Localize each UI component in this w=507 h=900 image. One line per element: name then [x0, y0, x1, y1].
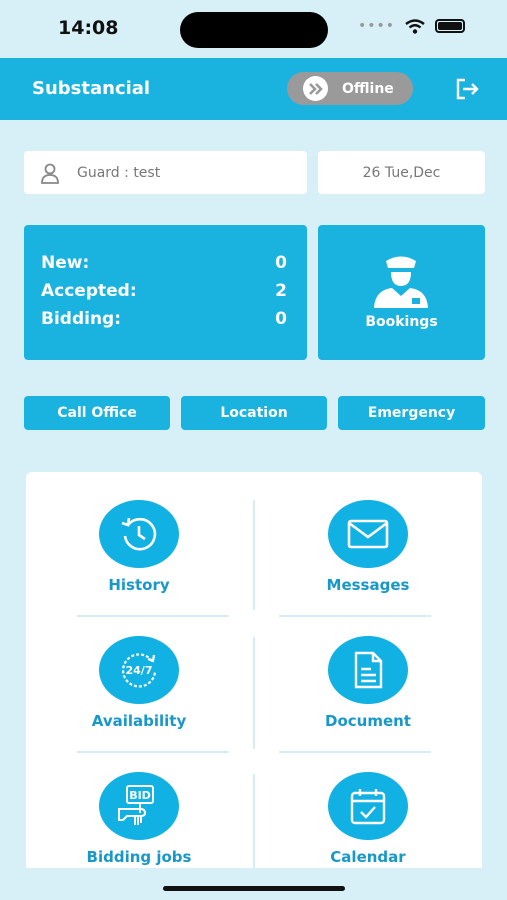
- menu-item-history[interactable]: History: [26, 472, 236, 602]
- menu-label: Calendar: [330, 848, 406, 866]
- messages-button[interactable]: [328, 500, 408, 568]
- bid-sign-icon: BID: [118, 785, 154, 825]
- stat-bidding: Bidding: 0: [41, 309, 287, 329]
- menu-label: Availability: [91, 712, 187, 730]
- stat-label: Accepted:: [41, 281, 137, 301]
- app-header: Substancial: [0, 58, 507, 120]
- document-button[interactable]: [328, 636, 408, 704]
- status-icons: ••••: [358, 18, 465, 34]
- toggle-knob: [303, 76, 328, 101]
- history-icon: [121, 517, 157, 551]
- calendar-icon: [350, 789, 386, 825]
- envelope-icon: [347, 519, 389, 549]
- offline-toggle[interactable]: Offline: [287, 72, 413, 105]
- stat-label: New:: [41, 253, 90, 273]
- menu-item-document[interactable]: Document: [255, 608, 465, 738]
- logout-icon[interactable]: [454, 76, 480, 102]
- battery-icon: [435, 19, 465, 33]
- security-guard-icon: [374, 256, 428, 308]
- stat-value: 0: [275, 253, 287, 273]
- menu-item-calendar[interactable]: Calendar: [255, 744, 465, 868]
- person-icon: [41, 163, 59, 184]
- stat-value: 0: [275, 309, 287, 329]
- availability-button[interactable]: 24/7: [99, 636, 179, 704]
- stat-new: New: 0: [41, 253, 287, 273]
- menu-label: Bidding jobs: [86, 848, 192, 866]
- app-title: Substancial: [32, 78, 151, 99]
- guard-name: Guard : test: [77, 164, 161, 181]
- menu-item-availability[interactable]: 24/7 Availability: [26, 608, 236, 738]
- double-chevron-icon: [308, 82, 323, 95]
- toggle-label: Offline: [342, 80, 394, 97]
- menu-label: Document: [325, 712, 411, 730]
- calendar-button[interactable]: [328, 772, 408, 840]
- menu-label: History: [108, 576, 170, 594]
- stat-value: 2: [275, 281, 287, 301]
- dynamic-island: [180, 12, 328, 48]
- date-text: 26 Tue,Dec: [362, 164, 441, 181]
- call-office-button[interactable]: Call Office: [24, 396, 170, 430]
- location-button[interactable]: Location: [181, 396, 327, 430]
- bid-icon-text: BID: [129, 789, 151, 802]
- menu-item-bidding-jobs[interactable]: BID Bidding jobs: [26, 744, 236, 868]
- bookings-label: Bookings: [365, 314, 438, 330]
- menu-grid: History Messages 24/7 Availability Docum…: [26, 472, 482, 868]
- bidding-jobs-button[interactable]: BID: [99, 772, 179, 840]
- stat-label: Bidding:: [41, 309, 122, 329]
- job-stats-card: New: 0 Accepted: 2 Bidding: 0: [24, 225, 307, 360]
- status-bar: 14:08 ••••: [0, 0, 507, 58]
- bookings-button[interactable]: Bookings: [318, 225, 485, 360]
- date-card: 26 Tue,Dec: [318, 151, 485, 194]
- availability-icon-text: 24/7: [126, 664, 153, 677]
- stat-accepted: Accepted: 2: [41, 281, 287, 301]
- wifi-icon: [405, 18, 425, 34]
- home-indicator: [163, 886, 345, 891]
- document-icon: [354, 651, 383, 689]
- menu-item-messages[interactable]: Messages: [255, 472, 465, 602]
- signal-icon: ••••: [357, 18, 395, 34]
- emergency-button[interactable]: Emergency: [338, 396, 485, 430]
- 24-7-icon: 24/7: [121, 653, 157, 688]
- guard-card: Guard : test: [24, 151, 307, 194]
- history-button[interactable]: [99, 500, 179, 568]
- menu-label: Messages: [326, 576, 410, 594]
- status-time: 14:08: [58, 17, 119, 39]
